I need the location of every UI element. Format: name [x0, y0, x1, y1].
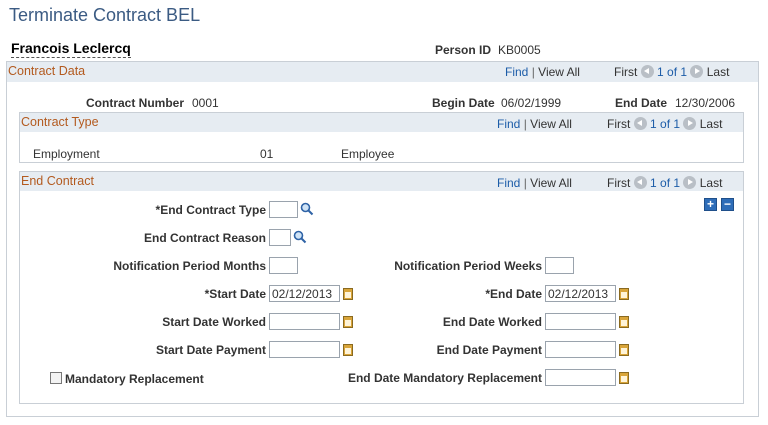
contract-data-section: Contract Data Find | View All First 1 of… [6, 61, 759, 417]
contract-data-title: Contract Data [8, 64, 86, 78]
calendar-icon[interactable] [619, 288, 629, 300]
previous-arrow-icon[interactable] [640, 65, 654, 78]
nav-separator: | [523, 176, 527, 190]
contract-type-description: Employee [341, 147, 395, 161]
notification-months-label: Notification Period Months [113, 259, 266, 273]
contract-data-pager: First 1 of 1 Last [614, 65, 729, 79]
start-date-label: *Start Date [204, 287, 266, 301]
find-link[interactable]: Find [497, 176, 520, 190]
last-label: Last [699, 117, 723, 131]
calendar-icon[interactable] [619, 316, 629, 328]
end-date-worked-label: End Date Worked [442, 315, 542, 329]
view-all-link[interactable]: View All [538, 65, 580, 79]
contract-data-nav: Find | View All [505, 65, 580, 79]
end-date-payment-label: End Date Payment [436, 343, 542, 357]
add-row-button[interactable]: + [704, 198, 717, 211]
end-date-field-label: *End Date [485, 287, 542, 301]
end-date-mandatory-label: End Date Mandatory Replacement [347, 371, 542, 385]
contract-type-title: Contract Type [21, 115, 99, 129]
contract-type-pager: First 1 of 1 Last [607, 117, 722, 131]
first-label: First [614, 65, 638, 79]
search-icon[interactable] [300, 202, 314, 216]
notification-months-input[interactable] [269, 257, 298, 274]
next-arrow-icon[interactable] [690, 65, 704, 78]
contract-type-section: Contract Type Find | View All First 1 of… [19, 112, 744, 163]
end-contract-title: End Contract [21, 174, 94, 188]
page-title: Terminate Contract BEL [9, 5, 201, 25]
find-link[interactable]: Find [505, 65, 528, 79]
begin-date-value: 06/02/1999 [501, 96, 562, 110]
row-count: 1 of 1 [650, 176, 681, 190]
mandatory-replacement-label: Mandatory Replacement [65, 372, 204, 386]
next-arrow-icon[interactable] [683, 117, 697, 130]
previous-arrow-icon[interactable] [633, 176, 647, 189]
calendar-icon[interactable] [343, 316, 353, 328]
begin-date-label: Begin Date [432, 96, 495, 110]
contract-number-label: Contract Number [86, 96, 185, 110]
delete-row-button[interactable]: − [721, 198, 734, 211]
start-date-payment-input[interactable] [269, 341, 340, 358]
previous-arrow-icon[interactable] [633, 117, 647, 130]
search-icon[interactable] [293, 230, 307, 244]
view-all-link[interactable]: View All [530, 176, 572, 190]
person-id-value: KB0005 [498, 43, 541, 57]
end-contract-header: End Contract Find | View All First 1 of … [20, 172, 743, 191]
end-contract-type-input[interactable] [269, 201, 298, 218]
row-count: 1 of 1 [657, 65, 688, 79]
end-contract-type-label: *End Contract Type [155, 203, 266, 217]
first-label: First [607, 176, 631, 190]
contract-number-value: 0001 [192, 96, 219, 110]
calendar-icon[interactable] [619, 372, 629, 384]
find-link[interactable]: Find [497, 117, 520, 131]
calendar-icon[interactable] [343, 288, 353, 300]
start-date-worked-label: Start Date Worked [162, 315, 266, 329]
calendar-icon[interactable] [343, 344, 353, 356]
person-name[interactable]: Francois Leclercq [11, 40, 131, 58]
next-arrow-icon[interactable] [683, 176, 697, 189]
nav-separator: | [531, 65, 535, 79]
notification-weeks-input[interactable] [545, 257, 574, 274]
calendar-icon[interactable] [619, 344, 629, 356]
contract-data-header: Contract Data Find | View All First 1 of… [7, 62, 758, 82]
row-count: 1 of 1 [650, 117, 681, 131]
start-date-input[interactable] [269, 285, 340, 302]
end-contract-nav: Find | View All [497, 176, 572, 190]
nav-separator: | [523, 117, 527, 131]
person-id-label: Person ID [435, 43, 492, 57]
end-date-worked-input[interactable] [545, 313, 616, 330]
end-contract-pager: First 1 of 1 Last [607, 176, 722, 190]
end-date-input[interactable] [545, 285, 616, 302]
mandatory-replacement-checkbox[interactable] [50, 372, 62, 384]
start-date-worked-input[interactable] [269, 313, 340, 330]
contract-type-code: 01 [260, 147, 274, 161]
end-date-payment-input[interactable] [545, 341, 616, 358]
end-contract-section: End Contract Find | View All First 1 of … [19, 171, 744, 404]
end-date-label: End Date [615, 96, 668, 110]
view-all-link[interactable]: View All [530, 117, 572, 131]
contract-type-header: Contract Type Find | View All First 1 of… [20, 113, 743, 132]
last-label: Last [699, 176, 723, 190]
end-contract-reason-input[interactable] [269, 229, 291, 246]
first-label: First [607, 117, 631, 131]
end-contract-reason-label: End Contract Reason [143, 231, 266, 245]
last-label: Last [706, 65, 730, 79]
contract-type-value: Employment [33, 147, 100, 161]
end-date-mandatory-input[interactable] [545, 369, 616, 386]
contract-type-nav: Find | View All [497, 117, 572, 131]
end-date-value: 12/30/2006 [675, 96, 736, 110]
start-date-payment-label: Start Date Payment [155, 343, 266, 357]
notification-weeks-label: Notification Period Weeks [394, 259, 542, 273]
